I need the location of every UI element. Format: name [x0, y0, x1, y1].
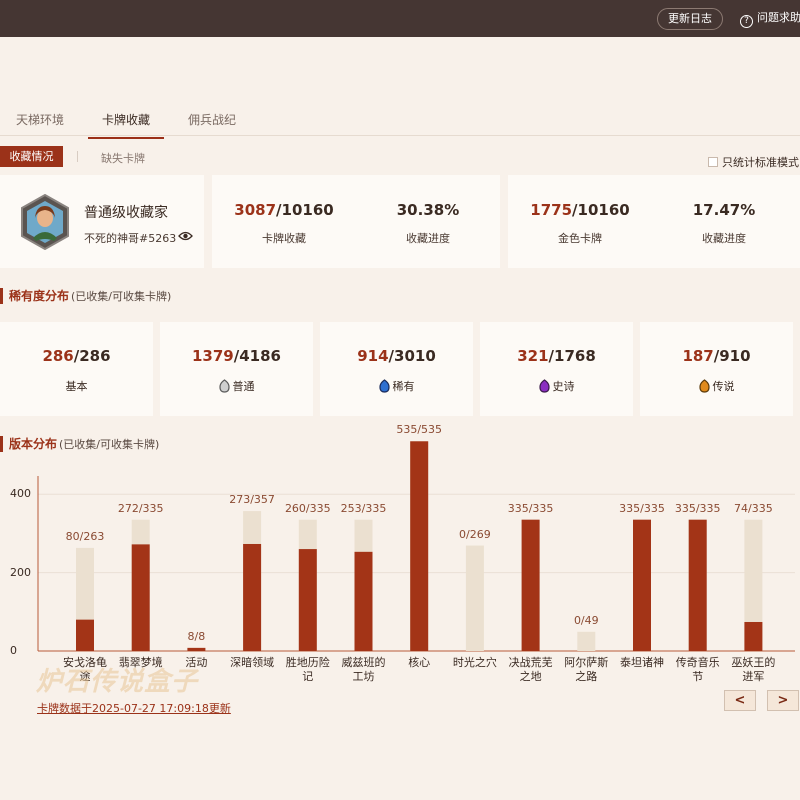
update-timestamp[interactable]: 卡牌数据于2025-07-27 17:09:18更新	[37, 700, 231, 716]
bar-owned[interactable]	[744, 621, 763, 651]
y-tick-label: 200	[10, 565, 31, 579]
x-tick-label: 阿尔萨斯 之路	[564, 656, 609, 683]
bar-total[interactable]	[577, 631, 596, 651]
bar-owned[interactable]	[688, 519, 707, 651]
y-tick-label: 400	[10, 487, 31, 501]
x-tick-label: 传奇音乐节	[675, 656, 720, 683]
x-tick-label: 核心	[408, 656, 431, 669]
x-tick-label: 威兹班的 工坊	[341, 656, 386, 683]
bar-value-label: 8/8	[187, 629, 206, 643]
bar-owned[interactable]	[298, 549, 317, 651]
bar-value-label: 253/335	[340, 501, 387, 515]
bar-owned[interactable]	[187, 647, 206, 651]
bar-value-label: 0/269	[459, 527, 491, 541]
bar-owned[interactable]	[131, 544, 150, 651]
bar-owned[interactable]	[410, 441, 429, 651]
y-tick-label: 0	[10, 644, 17, 657]
bar-owned[interactable]	[76, 619, 94, 651]
x-tick-label: 决战荒芜 之地	[508, 656, 553, 683]
bar-value-label: 74/335	[734, 501, 773, 515]
x-tick-label: 胜地历险记	[285, 656, 330, 683]
x-tick-label: 泰坦诸神	[620, 656, 664, 669]
x-tick-label: 时光之穴	[452, 656, 497, 669]
chart-prev-button[interactable]: <	[724, 690, 756, 711]
bar-total[interactable]	[465, 545, 484, 651]
bar-value-label: 335/335	[507, 501, 554, 515]
bar-value-label: 535/535	[396, 423, 443, 437]
bar-owned[interactable]	[521, 519, 540, 651]
chart-next-button[interactable]: >	[767, 690, 799, 711]
bar-owned[interactable]	[243, 543, 262, 651]
bar-value-label: 272/335	[117, 501, 164, 515]
x-tick-label: 巫妖王的 进军	[731, 656, 776, 683]
bar-value-label: 80/263	[65, 529, 105, 543]
bar-value-label: 0/49	[573, 613, 599, 627]
x-tick-label: 深暗领域	[230, 656, 275, 669]
watermark-logo: 炉石传说盒子	[36, 667, 199, 697]
bar-owned[interactable]	[354, 551, 373, 651]
bar-owned[interactable]	[633, 519, 651, 651]
